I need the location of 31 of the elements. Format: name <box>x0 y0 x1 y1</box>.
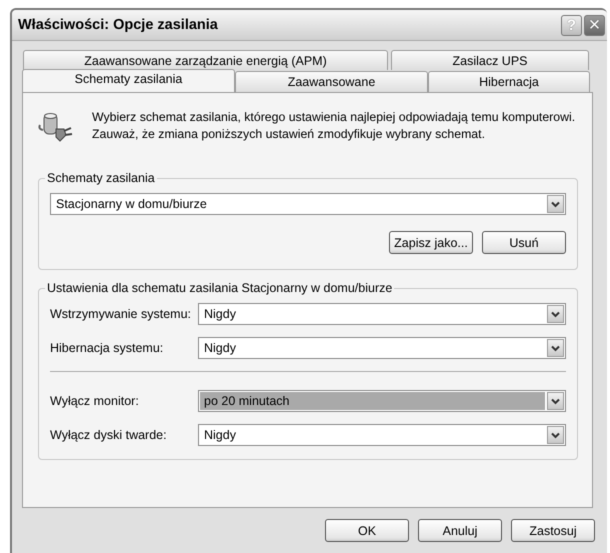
dropdown-field[interactable]: Nigdy <box>198 337 566 359</box>
group-title: Ustawienia dla schematu zasilania Stacjonarny w domu/biurze <box>45 281 394 295</box>
window-title: Właściwości: Opcje zasilania <box>18 17 219 33</box>
tab[interactable]: Hibernacja <box>428 71 590 92</box>
help-button[interactable]: ? <box>561 14 582 36</box>
dropdown-value: Nigdy <box>203 306 237 323</box>
dialog-button[interactable]: Zastosuj <box>511 519 595 542</box>
tab[interactable]: Zasilacz UPS <box>391 50 589 70</box>
dialog-button[interactable]: Usuń <box>482 231 566 254</box>
dropdown-field[interactable]: Nigdy <box>198 303 566 325</box>
dialog-button[interactable]: Anuluj <box>418 519 502 542</box>
group-title: Schematy zasilania <box>45 171 157 185</box>
dropdown-value: Nigdy <box>203 340 237 357</box>
setting-label: Wyłącz monitor: <box>50 394 140 408</box>
tab[interactable]: Schematy zasilania <box>22 69 235 92</box>
close-button[interactable]: × <box>584 14 605 36</box>
tab[interactable]: Zaawansowane zarządzanie energią (APM) <box>23 50 388 70</box>
dialog-button[interactable]: Zapisz jako... <box>389 231 473 254</box>
dropdown-field[interactable]: Stacjonarny w domu/biurze <box>50 193 566 215</box>
dropdown-field[interactable]: po 20 minutach <box>198 390 566 412</box>
dropdown-value: Stacjonarny w domu/biurze <box>55 196 208 213</box>
dropdown-value: Nigdy <box>203 427 237 444</box>
description-text: Wybierz schemat zasilania, którego ustawienia najlepiej odpowiadają temu komputerowi. Zauważ, że zmiana poniższych ustawień zmodyfikuje wybrany schemat. <box>92 109 576 143</box>
dialog-button[interactable]: OK <box>325 519 409 542</box>
dropdown-value: po 20 minutach <box>200 392 545 410</box>
dropdown-field[interactable]: Nigdy <box>198 424 566 446</box>
tab[interactable]: Zaawansowane <box>235 71 428 92</box>
setting-label: Hibernacja systemu: <box>50 341 164 355</box>
power-plug-icon <box>38 111 74 143</box>
setting-label: Wyłącz dyski twarde: <box>50 428 168 442</box>
setting-label: Wstrzymywanie systemu: <box>50 307 192 321</box>
